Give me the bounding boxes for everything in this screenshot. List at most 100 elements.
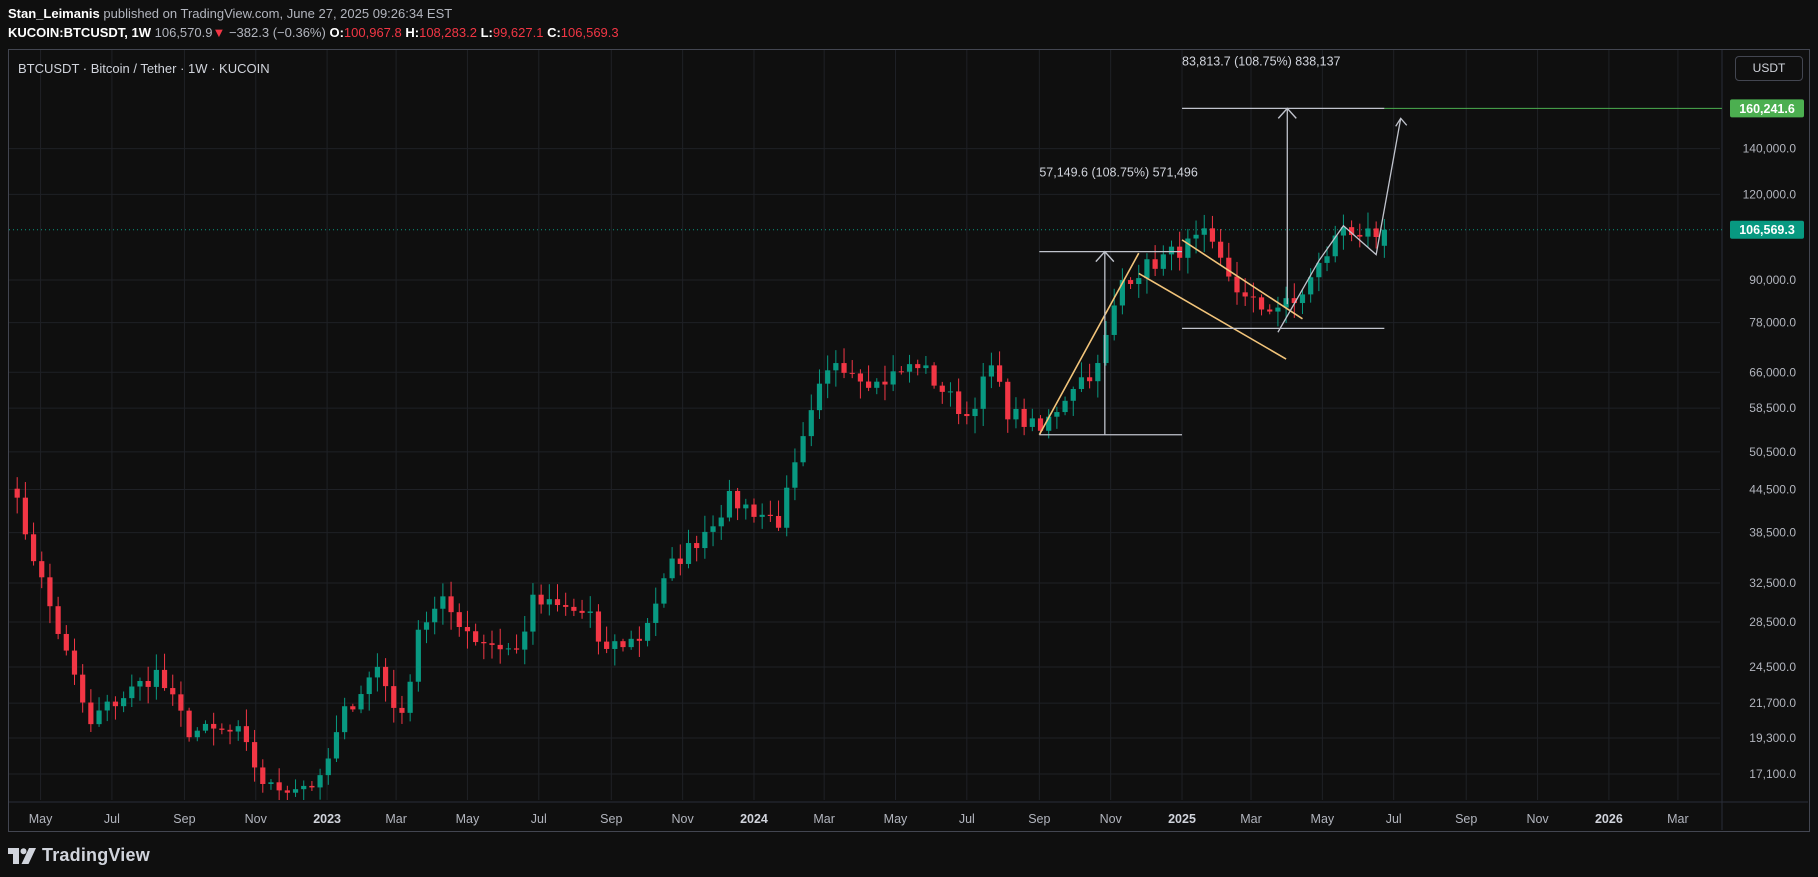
price-tick-label: 66,000.0 — [1749, 365, 1796, 379]
candle-down — [1226, 242, 1232, 282]
candle-up — [612, 634, 618, 666]
candle-down — [309, 781, 315, 791]
candle-body — [735, 490, 741, 509]
candle-body — [1087, 377, 1093, 382]
price-chart[interactable]: 17,100.0 19,300.0 21,700.0 24,500.0 28,500.0… — [0, 0, 1818, 877]
candle-body — [325, 758, 331, 776]
candle-body — [1373, 228, 1379, 238]
price-tick-label: 21,700.0 — [1749, 696, 1796, 710]
candle-body — [464, 627, 471, 632]
time-tick-label: May — [1311, 812, 1335, 826]
time-tick-label: Nov — [1100, 812, 1123, 826]
tradingview-brand[interactable]: TradingView — [42, 845, 150, 866]
time-tick-label: Mar — [385, 812, 407, 826]
candle-body — [874, 381, 880, 388]
time-tick-label: 2023 — [313, 812, 341, 826]
candle-down — [563, 592, 569, 616]
candle-down — [227, 724, 233, 745]
candle-body — [243, 726, 250, 743]
candle-body — [964, 414, 970, 417]
candle-up — [825, 355, 831, 399]
candle-down — [1021, 398, 1027, 436]
candle-up — [906, 354, 913, 383]
candle-body — [915, 364, 921, 369]
candle-body — [456, 612, 462, 628]
candle-up — [1168, 240, 1175, 271]
candle-down — [71, 638, 78, 685]
candle-body — [620, 641, 626, 648]
time-tick-label: Jul — [959, 812, 975, 826]
candle-body — [898, 371, 904, 373]
price-tick-label: 120,000.0 — [1743, 187, 1797, 201]
candle-body — [939, 385, 945, 392]
candle-up — [137, 677, 143, 701]
candle-body — [1005, 381, 1011, 420]
candle-down — [211, 712, 217, 746]
candle-body — [145, 681, 151, 687]
candle-body — [1111, 305, 1117, 335]
candle-body — [1275, 307, 1281, 312]
candle-body — [317, 775, 323, 788]
candle-up — [268, 779, 274, 790]
candle-body — [1193, 234, 1199, 239]
candle-body — [1168, 246, 1175, 255]
candle-body — [161, 669, 168, 689]
candle-body — [923, 365, 929, 369]
candle-body — [710, 526, 716, 532]
candle-up — [988, 352, 994, 389]
candle-down — [595, 604, 602, 655]
candle-down — [399, 695, 405, 724]
candle-down — [186, 707, 192, 742]
candle-up — [407, 674, 413, 722]
candle-body — [792, 462, 798, 488]
candle-up — [726, 479, 733, 522]
candle-body — [1201, 228, 1207, 235]
currency-button[interactable]: USDT — [1735, 56, 1803, 81]
candle-body — [865, 381, 872, 388]
candle-body — [1152, 259, 1158, 269]
candle-body — [800, 436, 806, 463]
time-tick-label: May — [29, 812, 53, 826]
candle-body — [669, 558, 675, 579]
candle-body — [653, 603, 659, 623]
time-tick-label: Jul — [531, 812, 547, 826]
price-tick-label: 90,000.0 — [1749, 273, 1796, 287]
candle-body — [931, 365, 937, 386]
candle-body — [391, 686, 397, 708]
candle-up — [816, 369, 823, 419]
candle-up — [129, 674, 135, 708]
candle-body — [956, 391, 962, 415]
candle-body — [63, 633, 69, 651]
candle-down — [1087, 363, 1093, 389]
candle-body — [1095, 363, 1101, 382]
candle-up — [121, 691, 127, 713]
candle-up — [972, 397, 978, 434]
candle-down — [464, 610, 471, 649]
candle-down — [55, 596, 61, 640]
candle-up — [743, 498, 749, 520]
candle-body — [399, 707, 405, 713]
candle-down — [1357, 223, 1363, 248]
candle-body — [579, 610, 585, 613]
candle-body — [481, 642, 487, 644]
candle-body — [996, 365, 1003, 382]
candle-body — [30, 534, 37, 562]
candle-up — [415, 620, 421, 692]
candle-up — [1332, 225, 1338, 263]
candle-up — [1160, 245, 1166, 276]
candle-body — [301, 785, 307, 790]
price-tick-label: 140,000.0 — [1743, 142, 1797, 156]
candle-body — [513, 648, 520, 650]
time-tick-label: Sep — [173, 812, 195, 826]
candle-up — [710, 515, 716, 547]
candle-down — [538, 584, 544, 614]
candle-body — [202, 723, 209, 731]
candle-up — [808, 394, 814, 447]
candle-down — [1258, 294, 1265, 316]
candle-up — [317, 768, 323, 800]
candle-down — [677, 544, 683, 576]
candle-down — [865, 365, 872, 392]
candle-body — [309, 785, 315, 788]
candle-body — [849, 372, 855, 374]
tradingview-logo-icon — [8, 847, 36, 864]
